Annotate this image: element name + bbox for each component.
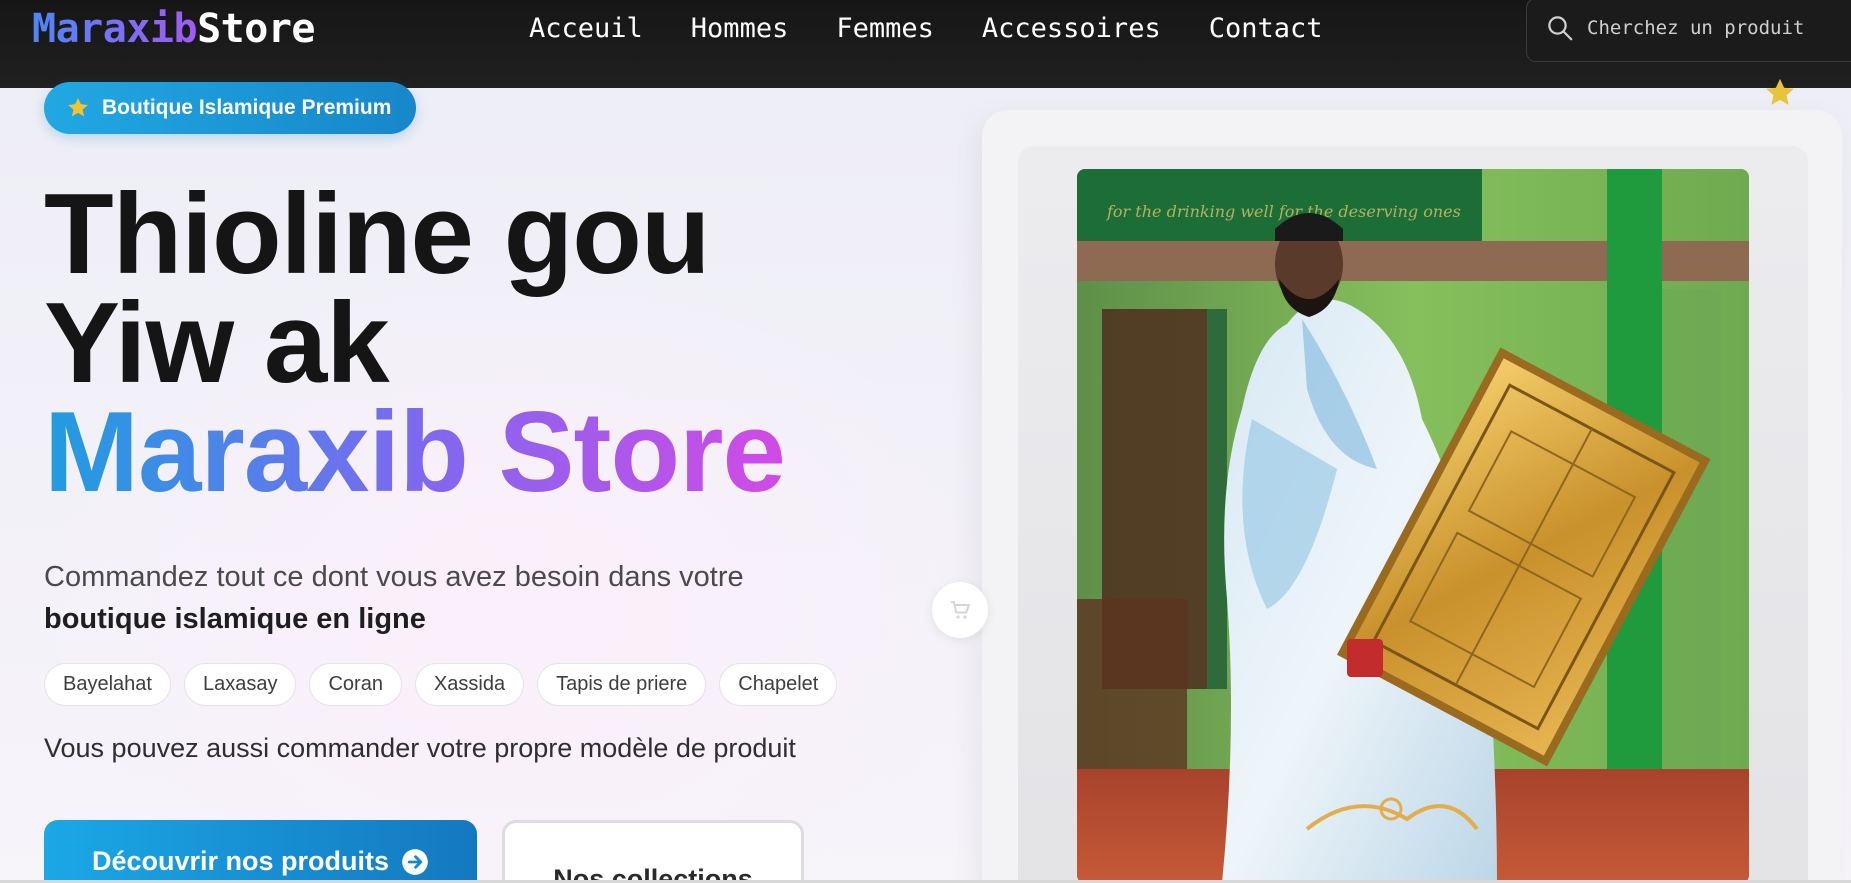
search-icon[interactable] [1545, 13, 1575, 43]
star-icon [68, 98, 88, 117]
tag-xassida[interactable]: Xassida [414, 663, 525, 706]
category-tags: Bayelahat Laxasay Coran Xassida Tapis de… [44, 663, 838, 706]
tag-tapis-de-priere[interactable]: Tapis de priere [537, 663, 707, 706]
discover-products-label: Découvrir nos produits [91, 846, 390, 876]
hero-lead: Commandez tout ce dont vous avez besoin … [44, 556, 924, 640]
logo-text-maraxib: Maraxib [32, 6, 198, 52]
logo-text-store: Store [197, 6, 315, 52]
search-input[interactable] [1587, 13, 1851, 43]
hero-title-line1: Thioline gou [44, 171, 711, 298]
collections-button[interactable]: Nos collections [502, 820, 804, 883]
badge-label: Boutique Islamique Premium [102, 96, 392, 119]
tag-laxasay[interactable]: Laxasay [183, 663, 297, 706]
hero-title-line2: Yiw ak [44, 280, 390, 407]
cart-icon [951, 601, 970, 619]
premium-badge: Boutique Islamique Premium [44, 82, 417, 134]
hero-product-photo: for the drinking well for the deserving … [1077, 169, 1749, 883]
nav-link-hommes[interactable]: Hommes [691, 12, 789, 46]
svg-text:for the drinking well for the: for the drinking well for the deserving … [1106, 202, 1461, 221]
arrow-right-circle-icon [402, 849, 428, 875]
decorative-star-icon [1766, 78, 1794, 105]
tag-bayelahat[interactable]: Bayelahat [44, 663, 171, 706]
hero-lead-line1: Commandez tout ce dont vous avez besoin … [44, 561, 744, 593]
nav-link-acceuil[interactable]: Acceuil [529, 12, 643, 46]
site-logo[interactable]: MaraxibStore [32, 6, 315, 52]
hero-photo-illustration: for the drinking well for the deserving … [1077, 169, 1749, 883]
main-nav: Acceuil Hommes Femmes Accessoires Contac… [529, 12, 1323, 46]
nav-link-accessoires[interactable]: Accessoires [982, 12, 1161, 46]
hero-title: Thioline gou Yiw ak Maraxib Store [44, 178, 786, 510]
tag-chapelet[interactable]: Chapelet [719, 663, 838, 706]
nav-link-contact[interactable]: Contact [1209, 12, 1323, 46]
hero-title-line3: Maraxib Store [44, 389, 786, 516]
discover-products-button[interactable]: Découvrir nos produits [44, 820, 477, 883]
custom-order-note: Vous pouvez aussi commander votre propre… [44, 733, 796, 763]
search-box[interactable] [1526, 0, 1851, 62]
tag-coran[interactable]: Coran [309, 663, 402, 706]
hero-lead-line2: boutique islamique en ligne [44, 603, 426, 635]
nav-link-femmes[interactable]: Femmes [836, 12, 934, 46]
navbar: MaraxibStore Acceuil Hommes Femmes Acces… [0, 0, 1851, 88]
floating-cart-button[interactable] [932, 582, 988, 638]
